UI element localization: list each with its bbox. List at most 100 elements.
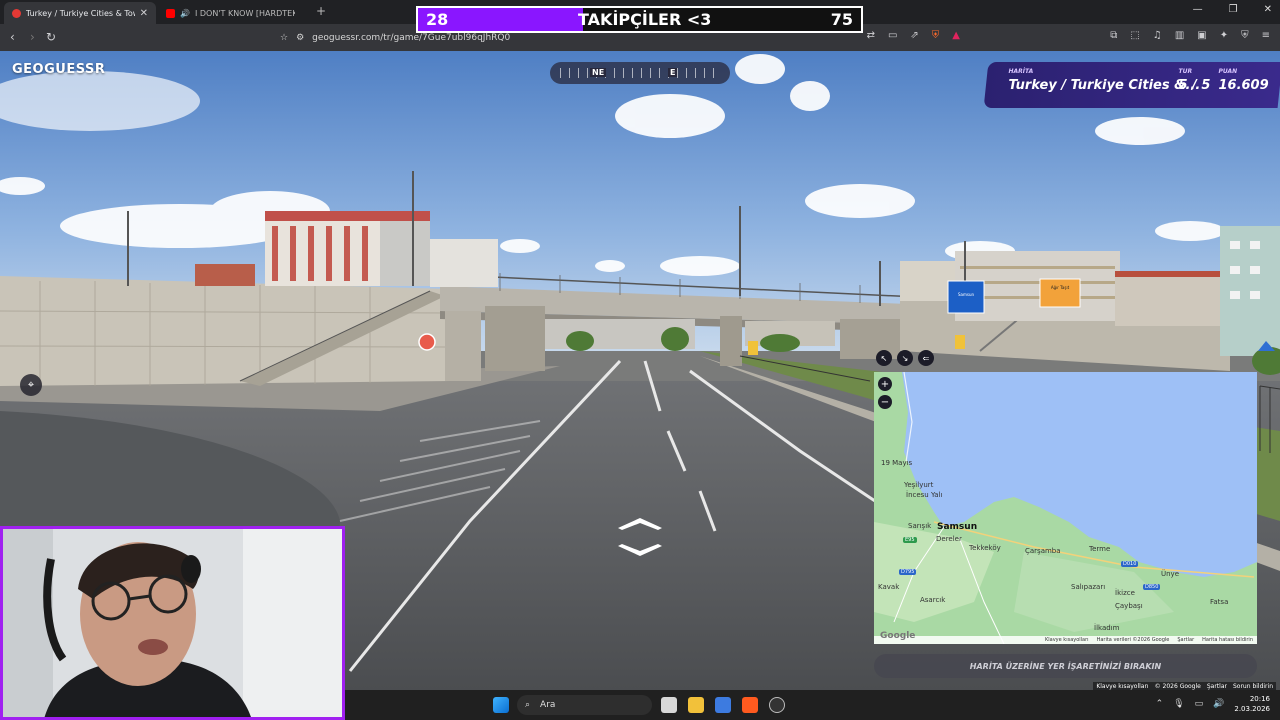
url-text: geoguessr.com/tr/game/7Gue7ubl96qJhRQ0	[312, 32, 511, 43]
clock[interactable]: 20:16 2.03.2026	[1234, 694, 1270, 714]
wallet-icon[interactable]: ▣	[1197, 30, 1206, 41]
taskbar-search[interactable]: ⌕ Ara	[517, 695, 652, 715]
obs-icon[interactable]	[769, 697, 785, 713]
network-icon[interactable]: ▭	[1195, 699, 1204, 709]
compass-ticks	[560, 68, 720, 78]
sidebar-icon[interactable]: ▥	[1175, 30, 1184, 41]
brave-browser-icon[interactable]	[742, 697, 758, 713]
minimize-icon[interactable]: —	[1193, 4, 1203, 15]
map-footer-item[interactable]: Şartlar	[1177, 637, 1194, 643]
brave-rewards-icon[interactable]: ▲	[952, 30, 960, 41]
compass: NE E	[550, 62, 730, 84]
webcam-feed	[0, 526, 345, 720]
store-icon[interactable]	[715, 697, 731, 713]
new-tab-button[interactable]: +	[316, 4, 326, 18]
follower-goal-bar: 28 TAKİPÇİLER <3 75	[416, 6, 863, 33]
guess-button[interactable]: HARİTA ÜZERİNE YER İŞARETİNİZİ BIRAKIN	[874, 654, 1257, 678]
close-tab-icon[interactable]: ✕	[140, 8, 148, 19]
map-label: Salıpazarı	[1071, 583, 1106, 591]
road-shield: E95	[903, 537, 917, 543]
hud-map: HARİTA Turkey / Turkiye Cities &...	[1008, 68, 1200, 93]
tab-title: Turkey / Turkiye Cities & Tow	[25, 8, 135, 18]
tab-title: I DON'T KNOW [HARDTEKK] - Yo	[194, 8, 295, 18]
move-forward-icon[interactable]	[618, 518, 662, 530]
brave-shield-icon[interactable]: ⛨	[932, 30, 940, 41]
share-icon[interactable]: ⇗	[910, 30, 918, 41]
map-label-city: Samsun	[937, 522, 978, 532]
map-label: Terme	[1089, 545, 1111, 553]
forward-icon[interactable]: ›	[30, 30, 35, 44]
translate-icon[interactable]: ⇄	[867, 30, 875, 41]
file-explorer-icon[interactable]	[688, 697, 704, 713]
map-label: İkizce	[1115, 589, 1135, 597]
sv-footer-item[interactable]: Şartlar	[1207, 683, 1227, 690]
back-icon[interactable]: ‹	[10, 30, 15, 44]
streamer-image	[3, 529, 342, 717]
pin-map-icon[interactable]: ⇐	[918, 350, 934, 366]
vpn-icon[interactable]: ⛨	[1241, 30, 1249, 41]
start-button-icon[interactable]	[493, 697, 509, 713]
map-footer: Klavye kısayolları Harita verileri ©2026…	[874, 636, 1257, 644]
hud-map-caption: HARİTA	[1008, 68, 1034, 75]
toolbar-icons: ⧉ ⬚ ♫ ▥ ▣ ✦ ⛨ ≡	[1110, 30, 1270, 41]
screenshot-icon[interactable]: ⬚	[1130, 30, 1139, 41]
return-to-start-icon[interactable]: ⌖	[20, 374, 42, 396]
map-label: Asarcık	[920, 596, 946, 604]
sv-footer-item[interactable]: Klavye kısayolları	[1096, 683, 1148, 690]
search-icon: ⌕	[525, 700, 531, 710]
menu-icon[interactable]: ≡	[1262, 30, 1270, 41]
map-label: İncesu Yalı	[906, 491, 943, 499]
road-shield: D850	[1143, 584, 1161, 590]
site-info-icon[interactable]: ⚙	[296, 33, 304, 43]
window-controls: — ❐ ✕	[1193, 4, 1272, 15]
move-back-icon[interactable]	[618, 544, 662, 556]
close-window-icon[interactable]: ✕	[1264, 4, 1272, 15]
hud-score: PUAN 16.609	[1218, 68, 1268, 93]
geoguessr-logo[interactable]: GEOGUESSR	[12, 62, 105, 77]
reload-icon[interactable]: ↻	[46, 30, 56, 44]
map-label: Ünye	[1161, 570, 1180, 578]
music-icon[interactable]: ♫	[1153, 30, 1162, 41]
sv-footer-item[interactable]: Sorun bildirin	[1233, 683, 1273, 690]
maximize-icon[interactable]: ❐	[1229, 4, 1238, 15]
extensions-icon[interactable]: ⧉	[1110, 30, 1117, 41]
map-label: Sarışık	[908, 522, 932, 530]
map-footer-item[interactable]: Harita hatası bildirin	[1202, 637, 1253, 643]
youtube-favicon-icon	[166, 8, 175, 18]
blue-sign-text: Samsun	[958, 292, 975, 297]
speaker-icon: 🔊	[180, 8, 190, 18]
hud-round-value: 5 / 5	[1178, 78, 1211, 93]
shrink-map-icon[interactable]: ↘	[897, 350, 913, 366]
move-arrows[interactable]	[614, 514, 666, 560]
hud-round-caption: TUR	[1178, 68, 1193, 75]
map-label: Çarşamba	[1025, 547, 1061, 555]
expand-map-icon[interactable]: ↖	[876, 350, 892, 366]
map-footer-item[interactable]: Klavye kısayolları	[1045, 637, 1089, 643]
hud-score-value: 16.609	[1218, 78, 1269, 93]
map-label: Dereler	[936, 535, 962, 543]
clock-time: 20:16	[1249, 695, 1270, 703]
screen: Turkey / Turkiye Cities & Tow ✕ 🔊 I DON'…	[0, 0, 1280, 720]
microphone-icon[interactable]: 🎙	[1173, 699, 1184, 709]
task-view-icon[interactable]	[661, 697, 677, 713]
ai-icon[interactable]: ✦	[1220, 30, 1228, 41]
tab-youtube[interactable]: 🔊 I DON'T KNOW [HARDTEKK] - Yo	[158, 2, 310, 24]
game-status-panel: HARİTA Turkey / Turkiye Cities &... TUR …	[983, 62, 1280, 108]
hud-round: TUR 5 / 5	[1178, 68, 1210, 93]
hud-score-caption: PUAN	[1218, 68, 1238, 75]
map-label: Fatsa	[1210, 598, 1229, 606]
cast-icon[interactable]: ▭	[888, 30, 897, 41]
volume-icon[interactable]: 🔊	[1213, 699, 1224, 709]
system-tray: ⌃ 🎙 ▭ 🔊 20:16 2.03.2026	[1156, 694, 1270, 714]
google-logo: Google	[880, 631, 916, 641]
map-label: Kavak	[878, 583, 900, 591]
page-actions: ⇄ ▭ ⇗ ⛨ ▲	[867, 30, 960, 41]
compass-e: E	[668, 68, 678, 77]
zoom-out-button[interactable]: −	[878, 395, 892, 409]
taskbar: ⌕ Ara ⌃ 🎙 ▭ 🔊 20:16 2.03.2026	[345, 690, 1280, 720]
road-shield: D010	[1121, 561, 1139, 567]
tab-geoguessr[interactable]: Turkey / Turkiye Cities & Tow ✕	[4, 2, 156, 24]
tray-chevron-icon[interactable]: ⌃	[1156, 699, 1164, 709]
zoom-in-button[interactable]: +	[878, 377, 892, 391]
bookmark-icon[interactable]: ☆	[280, 33, 288, 43]
